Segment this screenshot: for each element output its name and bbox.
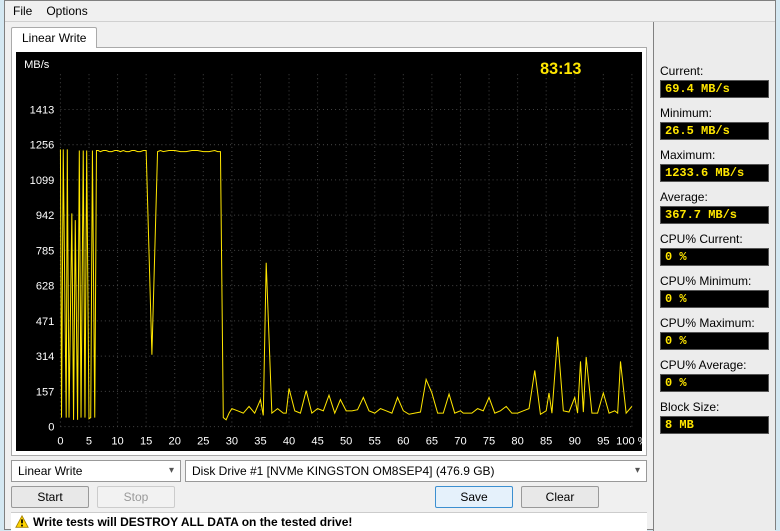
stat-min-value: 26.5 MB/s [660,122,769,140]
stat-cpu-cur-value: 0 % [660,248,769,266]
mode-dropdown-value: Linear Write [18,464,82,478]
tab-linear-write[interactable]: Linear Write [11,27,97,48]
stat-min-label: Minimum: [660,106,769,120]
svg-text:10: 10 [111,436,123,448]
chevron-down-icon: ▾ [169,465,174,476]
svg-text:100 %: 100 % [616,436,642,448]
stat-current-label: Current: [660,64,769,78]
y-axis-unit: MB/s [24,59,50,71]
svg-text:40: 40 [283,436,295,448]
svg-text:314: 314 [36,351,55,363]
svg-text:20: 20 [169,436,181,448]
svg-text:60: 60 [397,436,409,448]
main-pane: Linear Write 0 157 314 471 628 785 942 1099 1256… [5,22,653,531]
stat-avg-value: 367.7 MB/s [660,206,769,224]
svg-text:0: 0 [48,422,54,434]
stat-cpu-max-value: 0 % [660,332,769,350]
menu-file[interactable]: File [13,4,32,18]
stats-pane: Current: 69.4 MB/s Minimum: 26.5 MB/s Ma… [653,22,775,531]
warning-icon [15,515,29,529]
menubar: File Options [5,1,775,22]
mode-dropdown[interactable]: Linear Write ▾ [11,460,181,482]
stat-cpu-avg-value: 0 % [660,374,769,392]
svg-text:157: 157 [36,386,55,398]
clear-button[interactable]: Clear [521,486,599,508]
svg-text:90: 90 [569,436,581,448]
svg-text:45: 45 [311,436,323,448]
svg-text:785: 785 [36,245,55,257]
svg-text:65: 65 [426,436,438,448]
svg-text:30: 30 [226,436,238,448]
stat-avg-label: Average: [660,190,769,204]
chart-plot: 0 157 314 471 628 785 942 1099 1256 1413 0 5 10 15 20… [16,52,642,451]
stat-max-value: 1233.6 MB/s [660,164,769,182]
svg-text:75: 75 [483,436,495,448]
svg-text:80: 80 [511,436,523,448]
svg-text:1256: 1256 [30,140,55,152]
svg-text:5: 5 [86,436,92,448]
svg-text:85: 85 [540,436,552,448]
stat-current-value: 69.4 MB/s [660,80,769,98]
elapsed-timer: 83:13 [540,60,581,78]
chevron-down-icon: ▾ [635,465,640,476]
warning-bar: Write tests will DESTROY ALL DATA on the… [11,512,647,531]
app-window: File Options Linear Write 0 157 314 471 628 7… [4,0,776,530]
svg-text:1413: 1413 [30,104,55,116]
stat-cpu-min-label: CPU% Minimum: [660,274,769,288]
svg-text:15: 15 [140,436,152,448]
stat-cpu-avg-label: CPU% Average: [660,358,769,372]
content-area: Linear Write 0 157 314 471 628 785 942 1099 1256… [5,22,775,531]
buttons-row: Start Stop Save Clear [11,486,647,508]
svg-text:55: 55 [369,436,381,448]
stat-cpu-min-value: 0 % [660,290,769,308]
svg-text:50: 50 [340,436,352,448]
menu-options[interactable]: Options [46,4,87,18]
dropdown-row: Linear Write ▾ Disk Drive #1 [NVMe KINGS… [11,460,647,482]
warning-text: Write tests will DESTROY ALL DATA on the… [33,515,352,529]
svg-text:95: 95 [597,436,609,448]
svg-text:25: 25 [197,436,209,448]
svg-text:471: 471 [36,316,55,328]
stop-button[interactable]: Stop [97,486,175,508]
svg-text:70: 70 [454,436,466,448]
chart-container: 0 157 314 471 628 785 942 1099 1256 1413 0 5 10 15 20… [11,47,647,456]
svg-text:628: 628 [36,281,55,293]
stat-block-label: Block Size: [660,400,769,414]
svg-text:1099: 1099 [30,175,55,187]
stat-block-value: 8 MB [660,416,769,434]
drive-dropdown[interactable]: Disk Drive #1 [NVMe KINGSTON OM8SEP4] (4… [185,460,647,482]
svg-text:942: 942 [36,210,55,222]
start-button[interactable]: Start [11,486,89,508]
svg-text:0: 0 [57,436,63,448]
stat-cpu-cur-label: CPU% Current: [660,232,769,246]
stat-cpu-max-label: CPU% Maximum: [660,316,769,330]
svg-text:35: 35 [254,436,266,448]
tab-strip: Linear Write [11,26,647,47]
drive-dropdown-value: Disk Drive #1 [NVMe KINGSTON OM8SEP4] (4… [192,464,495,478]
chart-svg: 0 157 314 471 628 785 942 1099 1256 1413 0 5 10 15 20… [16,52,642,451]
stat-max-label: Maximum: [660,148,769,162]
save-button[interactable]: Save [435,486,513,508]
